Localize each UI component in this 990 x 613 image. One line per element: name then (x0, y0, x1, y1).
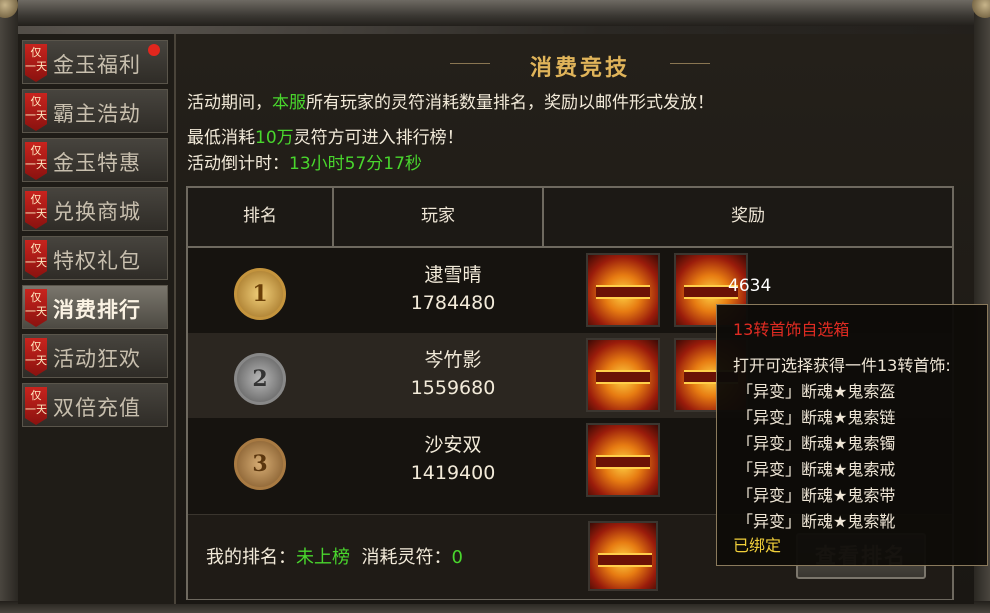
sidebar: 仅一天 金玉福利 仅一天 霸主浩劫 仅一天 金玉特惠 仅一天 兑换商城 仅一天 … (18, 34, 176, 604)
sidebar-item-label: 特权礼包 (53, 249, 141, 273)
sidebar-item-label: 霸主浩劫 (53, 102, 141, 126)
countdown: 活动倒计时：13小时57分17秒 (187, 149, 422, 174)
tooltip-item: 「异变」断魂★鬼索戒 (737, 460, 896, 479)
countdown-label: 活动倒计时： (187, 154, 289, 174)
rank-medal-icon: 3 (234, 438, 286, 490)
sidebar-item-label: 活动狂欢 (53, 347, 141, 371)
sidebar-item-label: 兑换商城 (53, 200, 141, 224)
sidebar-item-label: 双倍充值 (53, 396, 141, 420)
description-line-2: 最低消耗10万灵符方可进入排行榜！ (187, 128, 464, 148)
my-rank-info: 我的排名：未上榜 消耗灵符：0 (206, 543, 463, 569)
chest-icon[interactable] (586, 338, 660, 412)
header-rank: 排名 (243, 206, 277, 226)
rank-medal-icon: 2 (234, 353, 286, 405)
chest-band (596, 370, 650, 384)
limited-badge: 仅一天 (25, 289, 47, 327)
chest-band (598, 553, 652, 567)
flourish-icon (450, 63, 490, 64)
consumed-label: 消耗灵符： (361, 547, 452, 568)
item-tooltip: 13转首饰自选箱 打开可选择获得一件13转首饰: 「异变」断魂★鬼索盔 「异变」… (716, 304, 988, 566)
sidebar-item-bazhu-haojie[interactable]: 仅一天 霸主浩劫 (22, 89, 168, 133)
sidebar-item-label: 金玉特惠 (53, 151, 141, 175)
my-rank-label: 我的排名： (206, 547, 296, 568)
sidebar-item-jinyu-fuli[interactable]: 仅一天 金玉福利 (22, 40, 168, 84)
limited-badge: 仅一天 (25, 44, 47, 82)
table-header: 排名 玩家 奖励 (188, 188, 952, 248)
tooltip-item: 「异变」断魂★鬼索靴 (737, 512, 896, 531)
limited-badge: 仅一天 (25, 191, 47, 229)
chest-icon[interactable] (588, 521, 658, 591)
sidebar-item-tequan-libao[interactable]: 仅一天 特权礼包 (22, 236, 168, 280)
frame-left-border (0, 0, 18, 613)
limited-badge: 仅一天 (25, 240, 47, 278)
sidebar-item-duihuan-shangcheng[interactable]: 仅一天 兑换商城 (22, 187, 168, 231)
description-line-1: 活动期间，本服所有玩家的灵符消耗数量排名，奖励以邮件形式发放！ (187, 93, 714, 113)
tooltip-item: 「异变」断魂★鬼索盔 (737, 382, 896, 401)
sidebar-item-shuangbei-chongzhi[interactable]: 仅一天 双倍充值 (22, 383, 168, 427)
reward-count: 4634 (728, 276, 772, 296)
header-reward: 奖励 (731, 206, 765, 226)
page-title: 消费竞技 (529, 55, 630, 81)
chest-icon[interactable] (586, 423, 660, 497)
sidebar-item-xiaofei-paihang[interactable]: 仅一天 消费排行 (22, 285, 168, 329)
limited-badge: 仅一天 (25, 142, 47, 180)
tooltip-intro: 打开可选择获得一件13转首饰: (733, 356, 951, 375)
sidebar-item-label: 金玉福利 (53, 53, 141, 77)
flourish-icon (670, 63, 710, 64)
panel-title: 消费竞技 (450, 50, 710, 81)
player-name: 岑竹影 (424, 349, 482, 371)
limited-badge: 仅一天 (25, 387, 47, 425)
sidebar-item-label: 消费排行 (53, 297, 141, 322)
sidebar-item-jinyu-tehui[interactable]: 仅一天 金玉特惠 (22, 138, 168, 182)
player-score: 1419400 (410, 462, 496, 484)
header-player: 玩家 (421, 206, 455, 226)
frame-top-border (0, 0, 990, 26)
player-name: 沙安双 (424, 434, 482, 456)
limited-badge: 仅一天 (25, 93, 47, 131)
rank-medal-icon: 1 (234, 268, 286, 320)
chest-band (596, 455, 650, 469)
tooltip-item: 「异变」断魂★鬼索带 (737, 486, 896, 505)
player-name: 逮雪晴 (424, 264, 482, 286)
tooltip-item: 「异变」断魂★鬼索镯 (737, 434, 896, 453)
tooltip-title: 13转首饰自选箱 (733, 320, 850, 339)
my-rank-value: 未上榜 (296, 547, 350, 568)
player-score: 1784480 (410, 292, 496, 314)
chest-band (596, 285, 650, 299)
tooltip-item: 「异变」断魂★鬼索链 (737, 408, 896, 427)
chest-icon[interactable] (586, 253, 660, 327)
tooltip-bound-status: 已绑定 (733, 536, 782, 555)
notification-dot-icon (148, 44, 160, 56)
countdown-value: 13小时57分17秒 (289, 154, 422, 174)
limited-badge: 仅一天 (25, 338, 47, 376)
player-score: 1559680 (410, 377, 496, 399)
sidebar-item-huodong-kuanghuan[interactable]: 仅一天 活动狂欢 (22, 334, 168, 378)
consumed-value: 0 (451, 547, 463, 568)
